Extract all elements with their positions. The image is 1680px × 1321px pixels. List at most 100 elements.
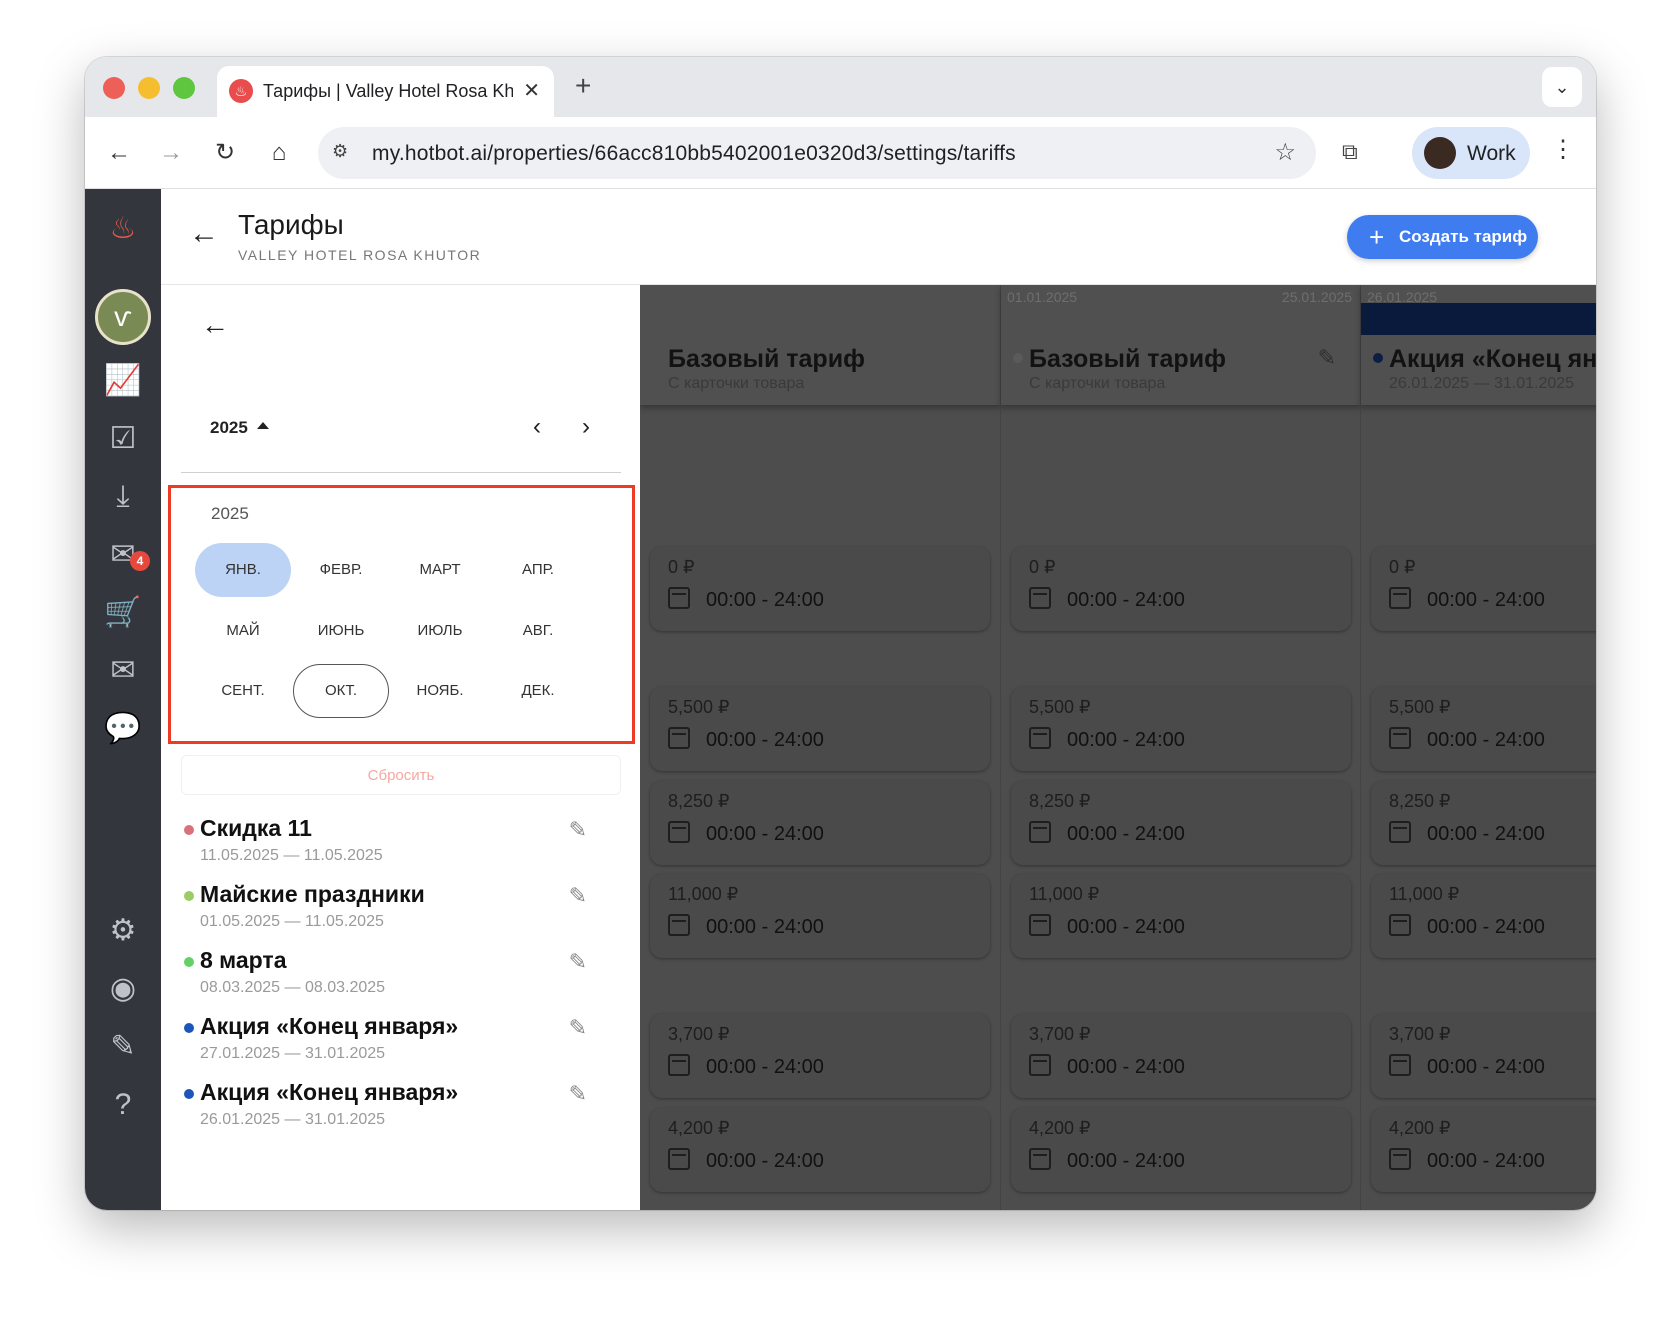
tariff-list-item[interactable]: Скидка 11 11.05.2025 — 11.05.2025 ✎ <box>181 815 601 875</box>
calendar-icon <box>1029 914 1051 936</box>
rate-cell[interactable]: 3,700 ₽ 00:00 - 24:00 <box>650 1014 990 1098</box>
chevron-right-icon[interactable]: › <box>582 413 590 441</box>
rate-cell[interactable]: 11,000 ₽ 00:00 - 24:00 <box>650 874 990 958</box>
edit-pencil-icon[interactable]: ✎ <box>569 883 587 909</box>
rate-cell[interactable]: 5,500 ₽ 00:00 - 24:00 <box>1011 687 1351 771</box>
rate-cell[interactable]: 4,200 ₽ 00:00 - 24:00 <box>1011 1108 1351 1192</box>
rate-price: 5,500 ₽ <box>1029 697 1091 717</box>
month-september[interactable]: СЕНТ. <box>195 664 291 718</box>
help-question-icon[interactable]: ? <box>103 1085 143 1125</box>
rate-price: 3,700 ₽ <box>1389 1024 1451 1044</box>
edit-pencil-icon[interactable]: ✎ <box>569 949 587 975</box>
minimize-window-button[interactable] <box>138 77 160 99</box>
column-header[interactable]: 26.01.2025 Акция «Конец янв 26.01.2025 —… <box>1361 285 1596 405</box>
settings-gear-icon[interactable]: ⚙ <box>103 911 143 951</box>
tariff-list-item[interactable]: Акция «Конец января» 27.01.2025 — 31.01.… <box>181 1013 601 1073</box>
edit-pencil-icon[interactable]: ✎ <box>569 1081 587 1107</box>
site-settings-icon[interactable]: ⚙ <box>332 141 348 162</box>
create-tariff-button[interactable]: + Создать тариф <box>1347 215 1538 259</box>
rate-price: 4,200 ₽ <box>1389 1118 1451 1138</box>
mail-upload-icon[interactable]: ✉ <box>103 651 143 691</box>
month-february[interactable]: ФЕВР. <box>293 543 389 597</box>
tasks-checkbox-icon[interactable]: ☑ <box>103 419 143 459</box>
home-icon[interactable]: ⌂ <box>261 135 297 171</box>
back-arrow-icon[interactable]: ← <box>189 217 219 251</box>
edit-pencil-icon[interactable]: ✎ <box>1318 345 1336 371</box>
rate-cell[interactable]: 8,250 ₽ 00:00 - 24:00 <box>650 781 990 865</box>
rate-time: 00:00 - 24:00 <box>1427 589 1545 611</box>
inbox-download-icon[interactable]: ⤓ <box>103 477 143 517</box>
calendar-icon <box>1389 587 1411 609</box>
month-picker-highlight: 2025 ЯНВ. ФЕВР. МАРТ АПР. МАЙ ИЮНЬ ИЮЛЬ … <box>168 485 635 744</box>
rate-cell[interactable]: 4,200 ₽ 00:00 - 24:00 <box>1371 1108 1596 1192</box>
extensions-puzzle-icon[interactable]: ⧉ <box>1342 139 1358 165</box>
rate-cell[interactable]: 11,000 ₽ 00:00 - 24:00 <box>1371 874 1596 958</box>
hotbot-flame-logo-icon[interactable]: ♨ <box>107 211 139 247</box>
browser-menu-icon[interactable]: ⋮ <box>1551 135 1575 164</box>
edit-pencil-icon[interactable]: ✎ <box>569 817 587 843</box>
rate-cell[interactable]: 0 ₽ 00:00 - 24:00 <box>1371 547 1596 631</box>
rate-cell[interactable]: 8,250 ₽ 00:00 - 24:00 <box>1371 781 1596 865</box>
month-december[interactable]: ДЕК. <box>490 664 586 718</box>
divider <box>181 472 621 473</box>
month-october[interactable]: ОКТ. <box>293 664 389 718</box>
rate-cell[interactable]: 11,000 ₽ 00:00 - 24:00 <box>1011 874 1351 958</box>
edit-pencil-icon[interactable]: ✎ <box>103 1027 143 1067</box>
back-arrow-icon[interactable]: ← <box>101 135 137 171</box>
calendar-icon <box>1029 1148 1051 1170</box>
caret-up-icon[interactable] <box>257 422 269 429</box>
status-dot <box>1013 353 1023 363</box>
chat-bubble-icon[interactable]: 💬 <box>103 709 143 749</box>
rate-time: 00:00 - 24:00 <box>1067 1150 1185 1172</box>
month-march[interactable]: МАРТ <box>392 543 488 597</box>
month-may[interactable]: МАЙ <box>195 604 291 658</box>
new-tab-icon[interactable]: + <box>575 70 591 102</box>
address-bar[interactable]: ⚙ my.hotbot.ai/properties/66acc810bb5402… <box>318 127 1316 179</box>
close-window-button[interactable] <box>103 77 125 99</box>
close-tab-icon[interactable]: ✕ <box>523 78 540 103</box>
forward-arrow-icon[interactable]: → <box>153 135 189 171</box>
panel-back-arrow-icon[interactable]: ← <box>201 309 229 341</box>
month-april[interactable]: АПР. <box>490 543 586 597</box>
edit-pencil-icon[interactable]: ✎ <box>569 1015 587 1041</box>
browser-window: ♨ Тарифы | Valley Hotel Rosa Khutor ✕ + … <box>85 57 1596 1210</box>
tariff-list-item[interactable]: Майские праздники 01.05.2025 — 11.05.202… <box>181 881 601 941</box>
user-profile-icon[interactable]: ◉ <box>103 969 143 1009</box>
reset-button[interactable]: Сбросить <box>181 755 621 795</box>
month-june[interactable]: ИЮНЬ <box>293 604 389 658</box>
month-august[interactable]: АВГ. <box>490 604 586 658</box>
bookmark-star-icon[interactable]: ☆ <box>1274 138 1296 167</box>
rate-cell[interactable]: 3,700 ₽ 00:00 - 24:00 <box>1371 1014 1596 1098</box>
shop-cart-icon[interactable]: 🛒 <box>103 593 143 633</box>
column-header[interactable]: 01.01.2025 25.01.2025 Базовый тариф С ка… <box>1001 285 1360 405</box>
chevron-left-icon[interactable]: ‹ <box>533 413 541 441</box>
profile-button[interactable]: Work <box>1412 127 1530 179</box>
column-title: Акция «Конец янв <box>1389 345 1596 373</box>
analytics-chart-icon[interactable]: 📈 <box>103 361 143 401</box>
maximize-window-button[interactable] <box>173 77 195 99</box>
tab-strip: ♨ Тарифы | Valley Hotel Rosa Khutor ✕ + … <box>85 57 1596 117</box>
rate-time: 00:00 - 24:00 <box>1067 823 1185 845</box>
calendar-icon <box>1389 727 1411 749</box>
month-january[interactable]: ЯНВ. <box>195 543 291 597</box>
tab-search-chevron-icon[interactable]: ⌄ <box>1542 67 1582 107</box>
browser-tab[interactable]: ♨ Тарифы | Valley Hotel Rosa Khutor ✕ <box>217 66 554 117</box>
tariff-list-item[interactable]: 8 марта 08.03.2025 — 08.03.2025 ✎ <box>181 947 601 1007</box>
rate-cell[interactable]: 0 ₽ 00:00 - 24:00 <box>1011 547 1351 631</box>
year-dropdown[interactable]: 2025 <box>210 418 248 438</box>
rate-cell[interactable]: 5,500 ₽ 00:00 - 24:00 <box>1371 687 1596 771</box>
column-header[interactable]: Базовый тариф С карточки товара <box>640 285 1000 405</box>
reload-icon[interactable]: ↻ <box>207 135 243 171</box>
rate-cell[interactable]: 8,250 ₽ 00:00 - 24:00 <box>1011 781 1351 865</box>
rate-cell[interactable]: 3,700 ₽ 00:00 - 24:00 <box>1011 1014 1351 1098</box>
tariff-list-item[interactable]: Акция «Конец января» 26.01.2025 — 31.01.… <box>181 1079 601 1139</box>
month-november[interactable]: НОЯБ. <box>392 664 488 718</box>
hotel-avatar[interactable]: ѵ <box>95 289 151 345</box>
avatar <box>1424 137 1456 169</box>
rate-cell[interactable]: 5,500 ₽ 00:00 - 24:00 <box>650 687 990 771</box>
rate-cell[interactable]: 0 ₽ 00:00 - 24:00 <box>650 547 990 631</box>
month-july[interactable]: ИЮЛЬ <box>392 604 488 658</box>
column-end-date: 25.01.2025 <box>1281 289 1352 305</box>
rate-cell[interactable]: 4,200 ₽ 00:00 - 24:00 <box>650 1108 990 1192</box>
rate-time: 00:00 - 24:00 <box>1427 823 1545 845</box>
